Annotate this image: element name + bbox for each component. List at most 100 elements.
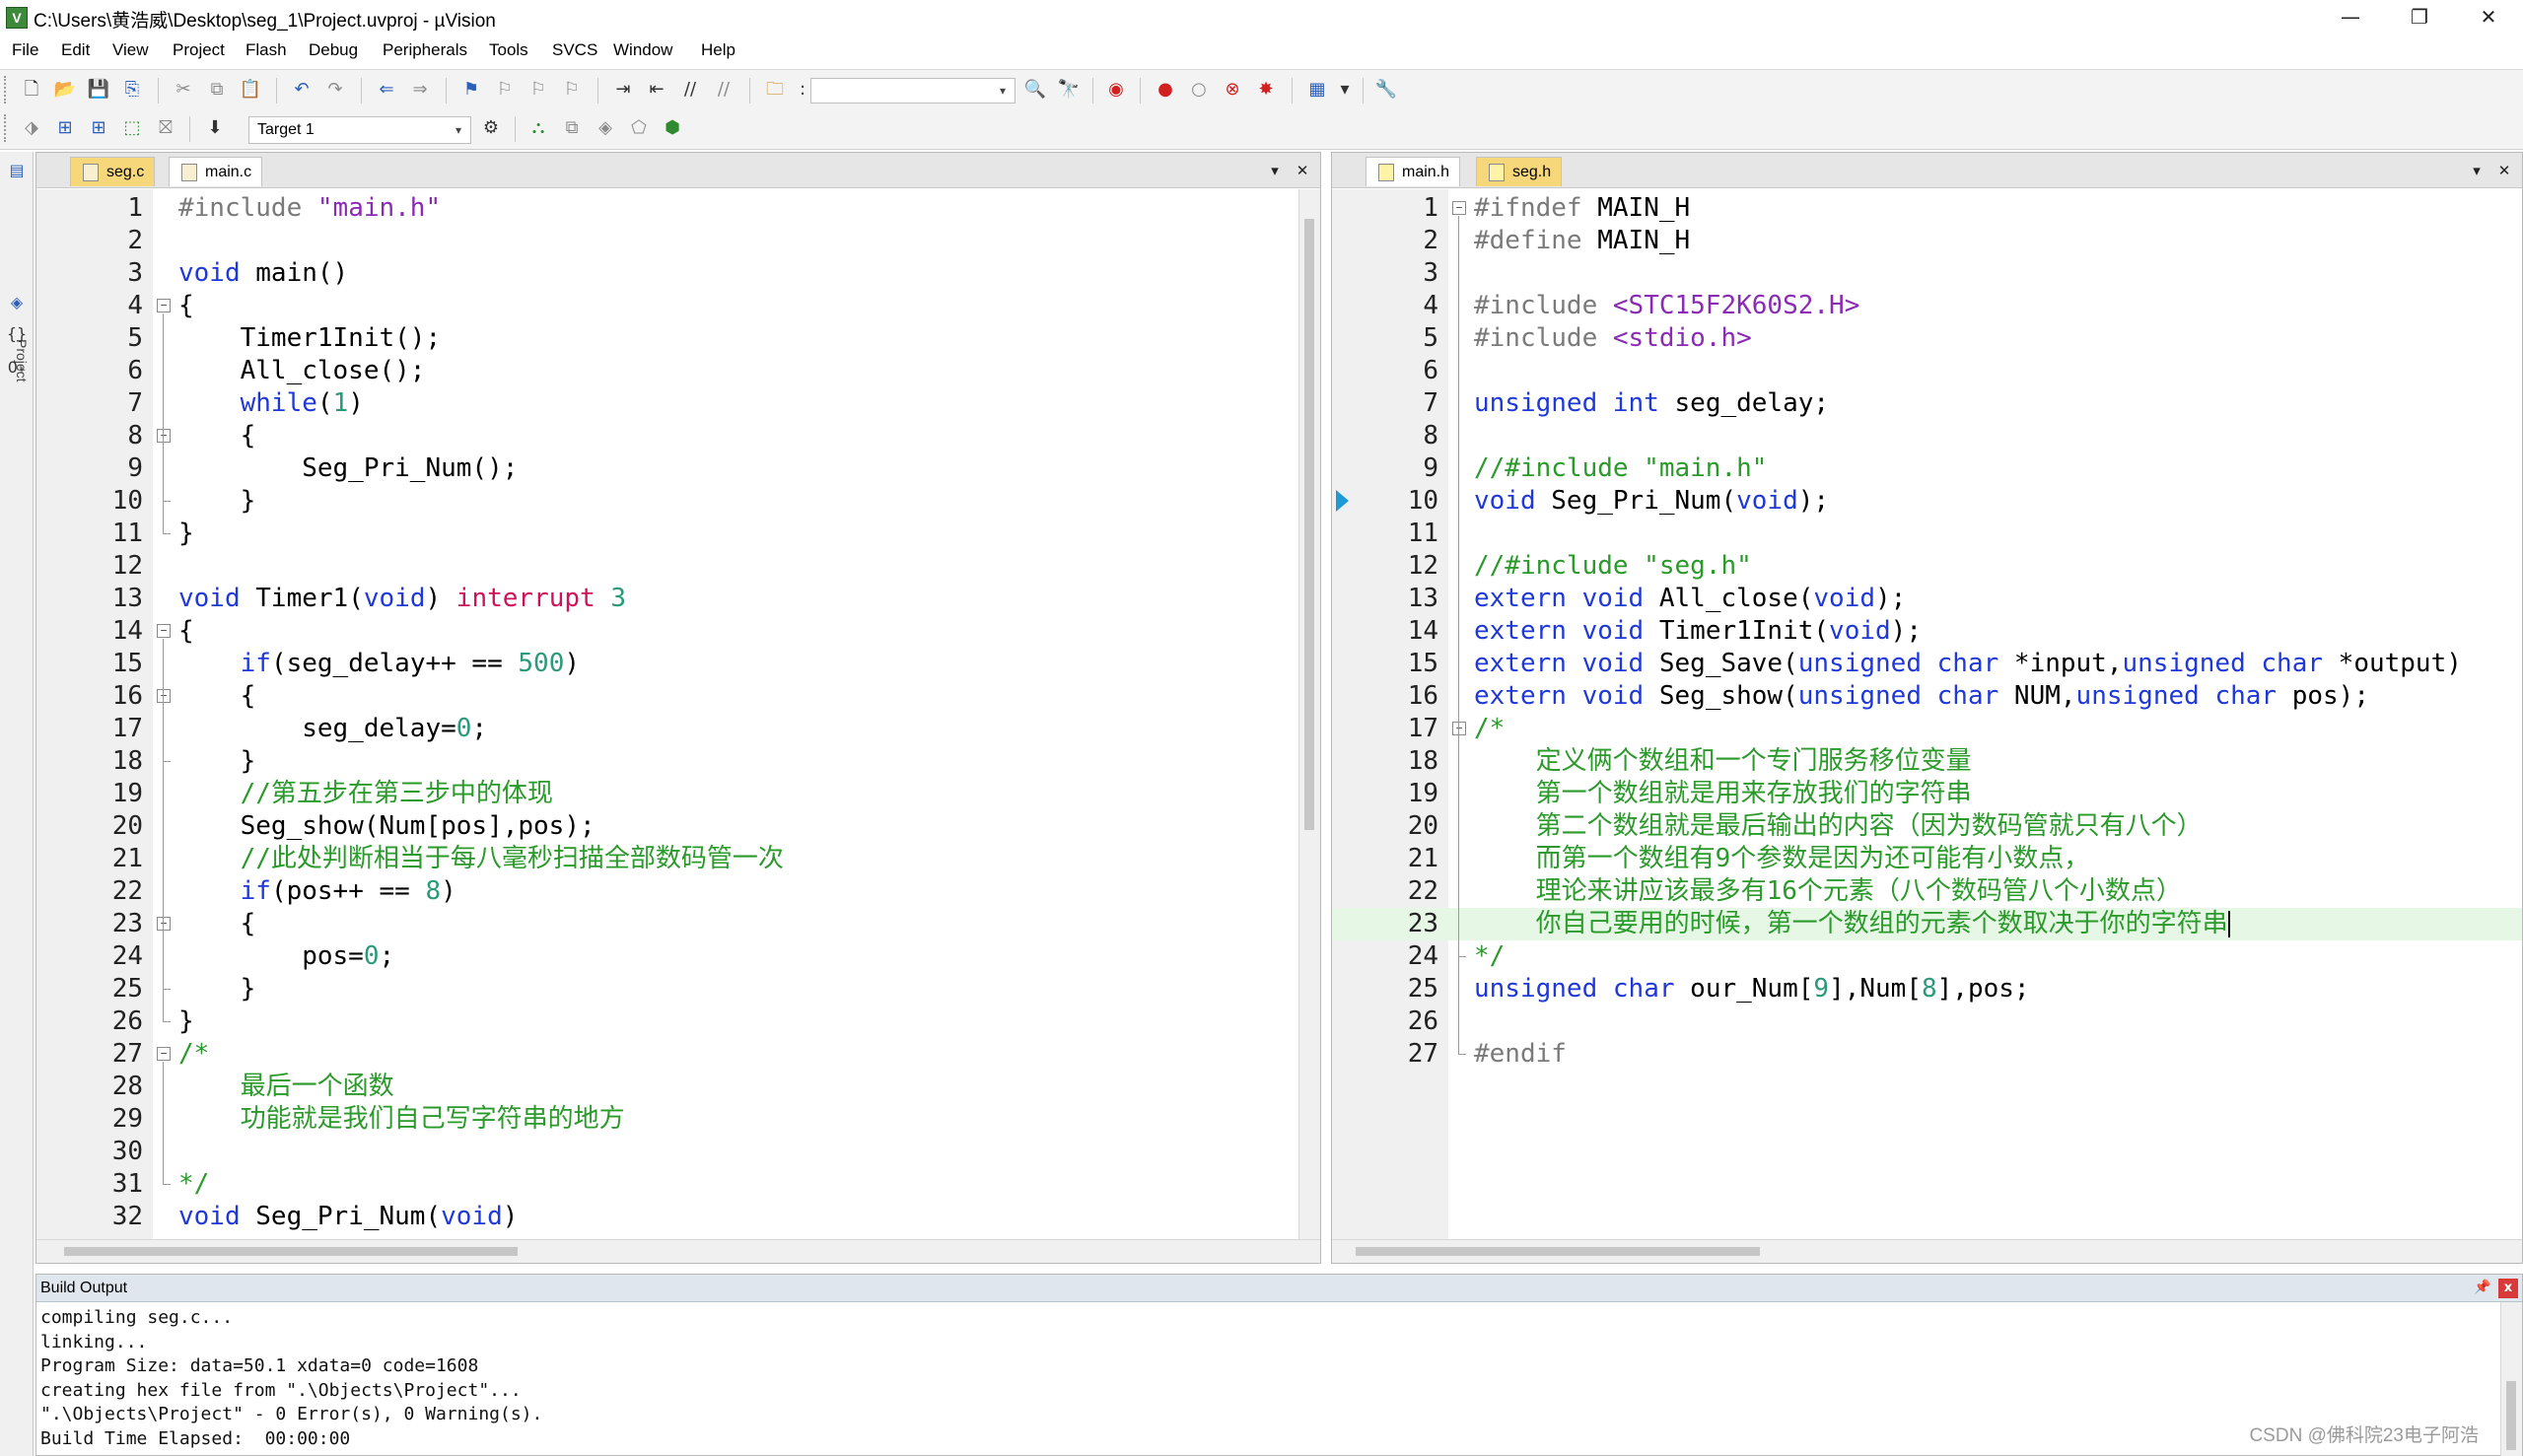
uncomment-icon[interactable]: // (710, 77, 737, 103)
code-line[interactable]: 9 //#include "main.h" (1332, 452, 2522, 485)
menu-flash[interactable]: Flash (245, 40, 287, 60)
build-icon[interactable]: ⊞ (51, 115, 79, 141)
build-output-text[interactable]: compiling seg.c... linking... Program Si… (40, 1306, 542, 1451)
code-line[interactable]: 26 (1332, 1005, 2522, 1038)
code-line[interactable]: 23 {− (36, 908, 1320, 940)
code-line[interactable]: 7 while(1) (36, 387, 1320, 420)
save-icon[interactable]: 💾 (85, 77, 112, 103)
code-line[interactable]: 26} (36, 1005, 1320, 1038)
menu-file[interactable]: File (12, 40, 38, 60)
code-line[interactable]: 15 if(seg_delay++ == 500) (36, 648, 1320, 680)
code-editor-main-c[interactable]: 1 #include "main.h" 2 3 void main() 4{−5 Time… (36, 189, 1320, 1240)
scrollbar-thumb[interactable] (2506, 1381, 2516, 1450)
code-line[interactable]: 4 {− (36, 290, 1320, 322)
code-line[interactable]: 27 #endif (1332, 1038, 2522, 1071)
code-line[interactable]: 21 //此处判断相当于每八毫秒扫描全部数码管一次 (36, 843, 1320, 875)
code-line[interactable]: 11} (36, 518, 1320, 550)
fold-toggle-icon[interactable]: − (157, 917, 171, 931)
menu-view[interactable]: View (112, 40, 149, 60)
code-line[interactable]: 30 (36, 1136, 1320, 1168)
chevron-down-icon[interactable]: ▾ (449, 120, 468, 140)
fold-toggle-icon[interactable]: − (157, 689, 171, 703)
find-in-files-icon[interactable]: 🗀 (761, 77, 789, 103)
project-panel-icon[interactable]: ▤ (4, 158, 30, 183)
code-line[interactable]: 22 if(pos++ == 8) (36, 875, 1320, 908)
books-icon[interactable]: ◈ (4, 290, 30, 315)
chevron-down-icon[interactable]: ▾ (1331, 77, 1359, 103)
batch-build-icon[interactable]: ⬚ (118, 115, 146, 141)
select-software-packs-icon[interactable]: ◈ (592, 115, 619, 141)
undo-icon[interactable]: ↶ (288, 77, 315, 103)
kill-breakpoints-icon[interactable]: ✸ (1252, 77, 1280, 103)
target-options-icon[interactable]: ⚙ (477, 115, 505, 141)
save-all-icon[interactable]: ⎘ (118, 77, 146, 103)
tab-main-c[interactable]: main.c (169, 157, 263, 186)
code-line[interactable]: 29 功能就是我们自己写字符串的地方 (36, 1103, 1320, 1136)
comment-icon[interactable]: // (676, 77, 704, 103)
functions-icon[interactable]: {} (4, 321, 30, 347)
menu-edit[interactable]: Edit (61, 40, 90, 60)
code-line[interactable]: 8 (1332, 420, 2522, 452)
download-icon[interactable]: ⬇ (201, 115, 229, 141)
fold-toggle-icon[interactable]: − (1452, 201, 1466, 215)
code-line[interactable]: 5 #include <stdio.h> (1332, 322, 2522, 355)
code-line[interactable]: 15 extern void Seg_Save(unsigned char *in… (1332, 648, 2522, 680)
code-line[interactable]: 19 //第五步在第三步中的体现 (36, 778, 1320, 810)
code-line[interactable]: 25 unsigned char our_Num[9],Num[8],pos; (1332, 973, 2522, 1005)
code-line[interactable]: 12 (36, 550, 1320, 583)
find-icon[interactable]: 🔍 (1021, 77, 1049, 103)
code-line[interactable]: 13 extern void All_close(void); (1332, 583, 2522, 615)
paste-icon[interactable]: 📋 (237, 77, 264, 103)
scrollbar-thumb[interactable] (1304, 219, 1314, 830)
find-combo-box[interactable]: ▾ (810, 78, 1016, 104)
bookmark-prev-icon[interactable]: ⚐ (491, 77, 519, 103)
tab-seg-c[interactable]: seg.c (70, 157, 156, 186)
code-line[interactable]: 8 {− (36, 420, 1320, 452)
code-line[interactable]: 5 Timer1Init(); (36, 322, 1320, 355)
restore-button[interactable]: ❐ (2385, 0, 2454, 35)
project-tab[interactable]: Project (4, 339, 30, 428)
menu-window[interactable]: Window (613, 40, 672, 60)
debug-session-icon[interactable]: ◉ (1102, 77, 1130, 103)
code-line[interactable]: 18 定义俩个数组和一个专门服务移位变量 (1332, 745, 2522, 778)
code-line[interactable]: 21 而第一个数组有9个参数是因为还可能有小数点， (1332, 843, 2522, 875)
fold-toggle-icon[interactable]: − (157, 1047, 171, 1061)
navigate-back-icon[interactable]: ⇐ (373, 77, 400, 103)
code-line[interactable]: 10 } (36, 485, 1320, 518)
enable-breakpoint-icon[interactable]: ○ (1185, 77, 1213, 103)
code-line[interactable]: 2 (36, 225, 1320, 257)
code-line[interactable]: 31 */ (36, 1168, 1320, 1201)
code-line[interactable]: 17 /* − (1332, 713, 2522, 745)
code-line[interactable]: 20 第二个数组就是最后输出的内容（因为数码管就只有八个） (1332, 810, 2522, 843)
translate-icon[interactable]: ⬗ (18, 115, 45, 141)
tab-list-chevron-icon[interactable]: ▾ (1265, 161, 1285, 180)
fold-toggle-icon[interactable]: − (1452, 722, 1466, 735)
code-line[interactable]: 23 你自己要用的时候，第一个数组的元素个数取决于你的字符串 (1332, 908, 2522, 940)
menu-project[interactable]: Project (173, 40, 225, 60)
code-line[interactable]: 27 /* − (36, 1038, 1320, 1071)
code-line[interactable]: 22 理论来讲应该最多有16个元素（八个数码管八个小数点） (1332, 875, 2522, 908)
new-file-icon[interactable]: 🗋 (18, 77, 45, 103)
code-line[interactable]: 9 Seg_Pri_Num(); (36, 452, 1320, 485)
code-line[interactable]: 12 //#include "seg.h" (1332, 550, 2522, 583)
vertical-scrollbar[interactable] (2500, 1302, 2522, 1456)
bookmark-toggle-icon[interactable]: ⚑ (457, 77, 485, 103)
fold-toggle-icon[interactable]: − (157, 429, 171, 443)
fold-toggle-icon[interactable]: − (157, 299, 171, 312)
code-line[interactable]: 18 } (36, 745, 1320, 778)
navigate-forward-icon[interactable]: ⇒ (406, 77, 434, 103)
bookmark-clear-icon[interactable]: ⚐ (558, 77, 586, 103)
menu-peripherals[interactable]: Peripherals (383, 40, 467, 60)
copy-icon[interactable]: ⧉ (203, 77, 231, 103)
code-line[interactable]: 28 最后一个函数 (36, 1071, 1320, 1103)
code-line[interactable]: 25 } (36, 973, 1320, 1005)
target-select[interactable]: Target 1 ▾ (248, 116, 471, 144)
horizontal-scrollbar[interactable] (36, 1239, 1320, 1263)
fold-toggle-icon[interactable]: − (157, 624, 171, 638)
menu-tools[interactable]: Tools (489, 40, 528, 60)
insert-breakpoint-icon[interactable]: ● (1152, 77, 1179, 103)
vertical-scrollbar[interactable] (1298, 189, 1320, 1240)
code-line[interactable]: 20 Seg_show(Num[pos],pos); (36, 810, 1320, 843)
code-line[interactable]: 16 extern void Seg_show(unsigned char NUM… (1332, 680, 2522, 713)
code-line[interactable]: 17 seg_delay=0; (36, 713, 1320, 745)
